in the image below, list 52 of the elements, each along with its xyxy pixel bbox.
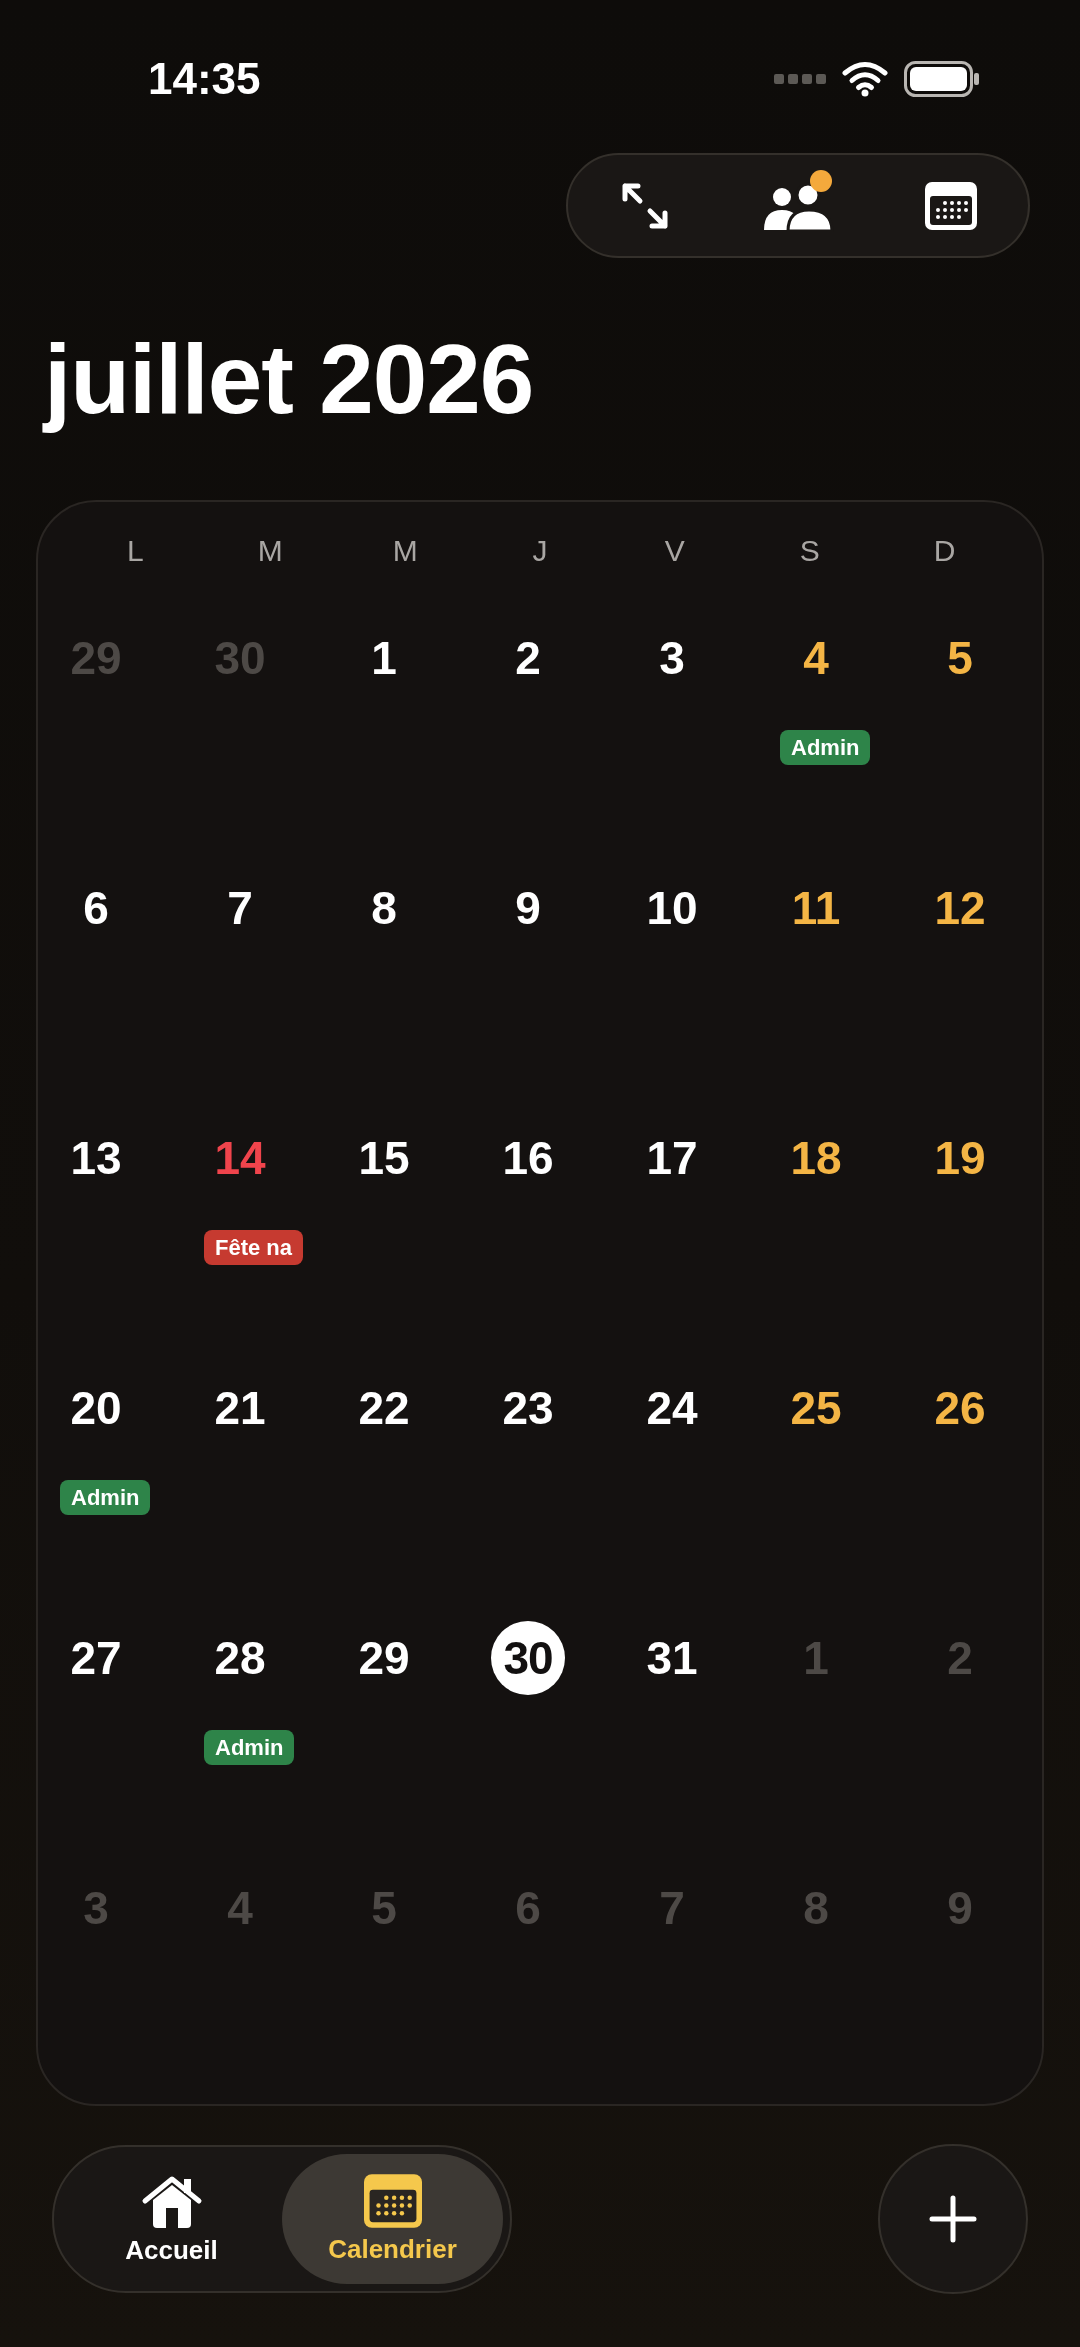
day-number[interactable]: 3 (659, 633, 685, 683)
signal-icon (774, 74, 826, 84)
weekday-label: M (257, 533, 283, 569)
day-number[interactable]: 8 (371, 883, 397, 933)
day-number[interactable]: 27 (70, 1633, 122, 1683)
day-number[interactable]: 15 (358, 1133, 410, 1183)
weekday-label: S (799, 533, 820, 569)
weekday-label: V (664, 533, 685, 569)
weekday-label: L (127, 533, 144, 569)
day-number[interactable]: 1 (371, 633, 397, 683)
day-number[interactable]: 28 (214, 1633, 266, 1683)
day-number[interactable]: 6 (83, 883, 109, 933)
day-number[interactable]: 13 (70, 1133, 122, 1183)
day-number[interactable]: 24 (646, 1383, 698, 1433)
event-chip[interactable]: Admin (780, 730, 871, 765)
day-number[interactable]: 20 (70, 1383, 122, 1433)
battery-icon (904, 61, 980, 97)
status-time: 14:35 (148, 53, 261, 105)
weekday-label: J (532, 533, 548, 569)
plus-icon (929, 2195, 977, 2243)
expand-icon (620, 181, 669, 230)
day-number[interactable]: 16 (502, 1133, 554, 1183)
tab-button[interactable]: Accueil (61, 2154, 282, 2284)
day-number[interactable]: 17 (646, 1133, 698, 1183)
day-number[interactable]: 9 (515, 883, 541, 933)
tab-button[interactable]: Calendrier (282, 2154, 503, 2284)
day-number[interactable]: 5 (947, 633, 973, 683)
calendar-icon (363, 2174, 422, 2228)
calendar-icon (925, 181, 978, 230)
event-chip[interactable]: Fête na (204, 1230, 304, 1265)
day-number[interactable]: 29 (358, 1633, 410, 1683)
day-number[interactable]: 21 (214, 1383, 266, 1433)
day-number[interactable]: 7 (227, 883, 253, 933)
day-number[interactable]: 31 (646, 1633, 698, 1683)
day-number[interactable]: 26 (934, 1383, 986, 1433)
event-chip[interactable]: Admin (204, 1730, 295, 1765)
day-number[interactable]: 4 (803, 633, 829, 683)
day-number[interactable]: 23 (502, 1383, 554, 1433)
day-number[interactable]: 2 (515, 633, 541, 683)
day-number[interactable]: 11 (791, 883, 841, 933)
weekday-label: M (392, 533, 418, 569)
wifi-icon (842, 61, 888, 97)
event-chip[interactable]: Admin (60, 1480, 151, 1515)
day-number[interactable]: 18 (790, 1133, 842, 1183)
day-number[interactable]: 19 (934, 1133, 986, 1183)
day-number[interactable]: 14 (214, 1133, 266, 1183)
day-number[interactable]: 25 (790, 1383, 842, 1433)
day-number[interactable]: 10 (646, 883, 698, 933)
day-number[interactable]: 12 (934, 883, 986, 933)
weekday-label: D (933, 533, 956, 569)
day-number[interactable]: 30 (491, 1621, 565, 1695)
day-number[interactable]: 22 (358, 1383, 410, 1433)
